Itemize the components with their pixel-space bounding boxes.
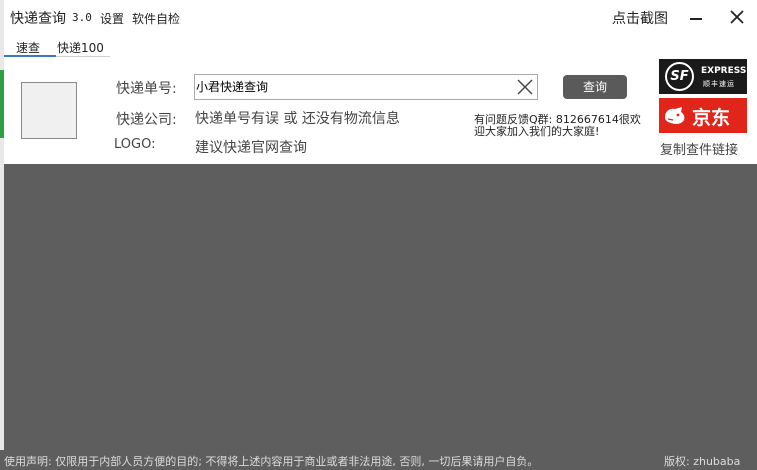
- tab-divider: [56, 56, 110, 57]
- tab-quick-search[interactable]: 速查: [16, 39, 40, 56]
- jd-text: 京东: [692, 107, 731, 129]
- self-check-menu[interactable]: 软件自检: [132, 10, 180, 27]
- sf-chinese-text: 顺丰速运: [703, 80, 735, 88]
- courier-company-value: 快递单号有误 或 还没有物流信息: [195, 111, 400, 127]
- sf-express-text: EXPRESS: [701, 66, 747, 76]
- query-button[interactable]: 查询: [563, 75, 627, 99]
- logo-hint: 建议快递官网查询: [195, 140, 307, 156]
- tracking-number-label: 快递单号:: [116, 81, 177, 97]
- courier-company-label: 快递公司:: [116, 112, 177, 128]
- sf-express-logo[interactable]: SF EXPRESS 顺丰速运: [659, 59, 747, 94]
- feedback-line-2: 迎大家加入我们的大家庭!: [474, 125, 600, 138]
- jd-logo[interactable]: 京东: [659, 98, 747, 133]
- minimize-icon[interactable]: [690, 18, 702, 20]
- app-title: 快递查询: [10, 11, 66, 27]
- app-window: 快递查询 3.0 设置 软件自检 点击截图 速查 快递100 快递单号: 查询 …: [4, 0, 757, 164]
- tab-kuaidi100[interactable]: 快递100: [57, 39, 104, 56]
- screenshot-button[interactable]: 点击截图: [612, 8, 668, 28]
- tracking-number-input[interactable]: [196, 77, 508, 95]
- logo-label: LOGO:: [114, 137, 156, 152]
- settings-menu[interactable]: 设置: [100, 10, 124, 27]
- close-icon[interactable]: [729, 9, 745, 25]
- usage-disclaimer: 使用声明: 仅限用于内部人员方便的目的; 不得将上述内容用于商业或者非法用途, …: [4, 455, 539, 468]
- carrier-logo-placeholder: [21, 82, 77, 139]
- jd-dog-icon: [665, 107, 685, 124]
- title-bar: 快递查询 3.0 设置 软件自检 点击截图: [4, 0, 757, 36]
- tab-bar: 速查 快递100: [4, 38, 757, 58]
- status-bar: 使用声明: 仅限用于内部人员方便的目的; 不得将上述内容用于商业或者非法用途, …: [0, 450, 757, 470]
- app-version: 3.0: [72, 11, 92, 24]
- clear-input-icon[interactable]: [517, 79, 533, 95]
- feedback-notice: 有问题反馈Q群: 812667614很欢 迎大家加入我们的大家庭!: [474, 114, 641, 138]
- copyright-text: 版权: zhubaba: [664, 455, 741, 468]
- tracking-number-field[interactable]: [194, 74, 538, 100]
- active-tab-indicator: [4, 55, 56, 57]
- copy-tracking-link[interactable]: 复制查件链接: [660, 139, 738, 158]
- sf-mark: SF: [665, 62, 694, 91]
